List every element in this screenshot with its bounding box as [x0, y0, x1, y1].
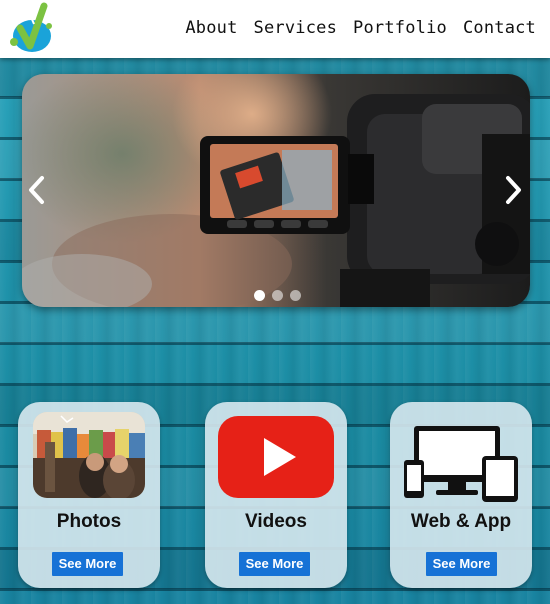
hero-slider[interactable]	[22, 74, 530, 307]
slider-dot-3[interactable]	[290, 290, 301, 301]
nav-about[interactable]: About	[185, 18, 237, 38]
slider-dot-2[interactable]	[272, 290, 283, 301]
photos-thumbnail	[33, 412, 145, 498]
main-nav: About Services Portfolio Contact	[185, 18, 536, 38]
slider-next-button[interactable]	[494, 170, 528, 210]
card-title-photos: Photos	[56, 511, 122, 532]
see-more-web-app-button[interactable]: See More	[426, 552, 497, 576]
logo-icon	[10, 2, 52, 52]
slider-dot-1[interactable]	[254, 290, 265, 301]
nav-services[interactable]: Services	[254, 18, 337, 38]
devices-icon	[402, 424, 520, 502]
card-title-videos: Videos	[245, 511, 307, 532]
see-more-videos-button[interactable]: See More	[239, 552, 310, 576]
chevron-left-icon	[29, 176, 44, 204]
see-more-photos-button[interactable]: See More	[52, 552, 123, 576]
service-card-photos: Photos See More	[18, 402, 160, 588]
service-card-videos: Videos See More	[205, 402, 347, 588]
service-card-web-app: Web & App See More	[390, 402, 532, 588]
youtube-play-icon	[218, 416, 334, 498]
nav-contact[interactable]: Contact	[463, 18, 536, 38]
slide-image-camera	[22, 74, 530, 307]
nav-portfolio[interactable]: Portfolio	[353, 18, 447, 38]
logo[interactable]	[6, 2, 54, 54]
site-header: About Services Portfolio Contact	[0, 0, 550, 58]
slider-dots	[254, 290, 301, 301]
slider-prev-button[interactable]	[22, 170, 56, 210]
chevron-right-icon	[506, 176, 521, 204]
card-title-web-app: Web & App	[410, 511, 512, 532]
